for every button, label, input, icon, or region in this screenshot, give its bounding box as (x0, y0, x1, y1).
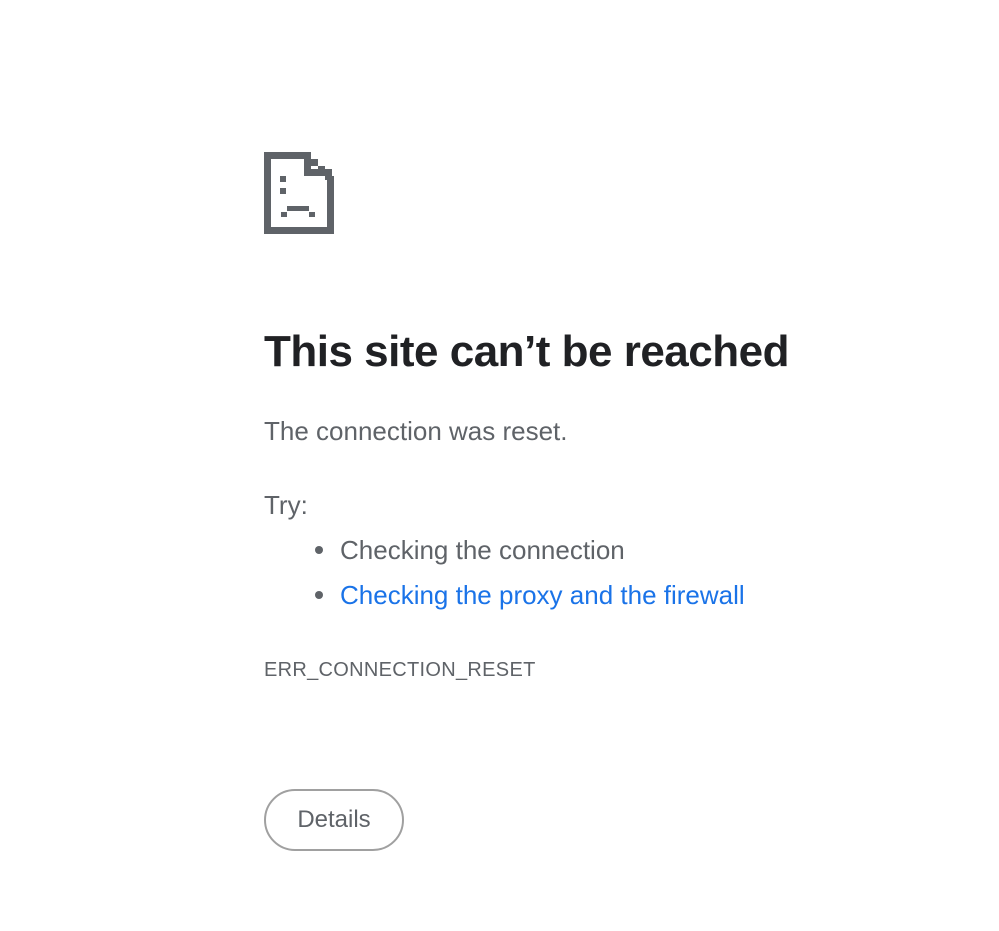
suggestion-check-connection: Checking the connection (340, 535, 625, 565)
bullet-icon (315, 546, 323, 554)
suggestions-list: Checking the connection Checking the pro… (264, 532, 745, 622)
list-item: Checking the proxy and the firewall (264, 577, 745, 622)
try-label: Try: (264, 490, 308, 520)
sad-document-icon (264, 152, 334, 234)
proxy-firewall-link[interactable]: Checking the proxy and the firewall (340, 580, 745, 610)
list-item: Checking the connection (264, 532, 745, 577)
error-description: The connection was reset. (264, 416, 568, 446)
details-button[interactable]: Details (264, 789, 404, 851)
bullet-icon (315, 591, 323, 599)
error-code: ERR_CONNECTION_RESET (264, 659, 536, 681)
page-title: This site can’t be reached (264, 327, 789, 376)
